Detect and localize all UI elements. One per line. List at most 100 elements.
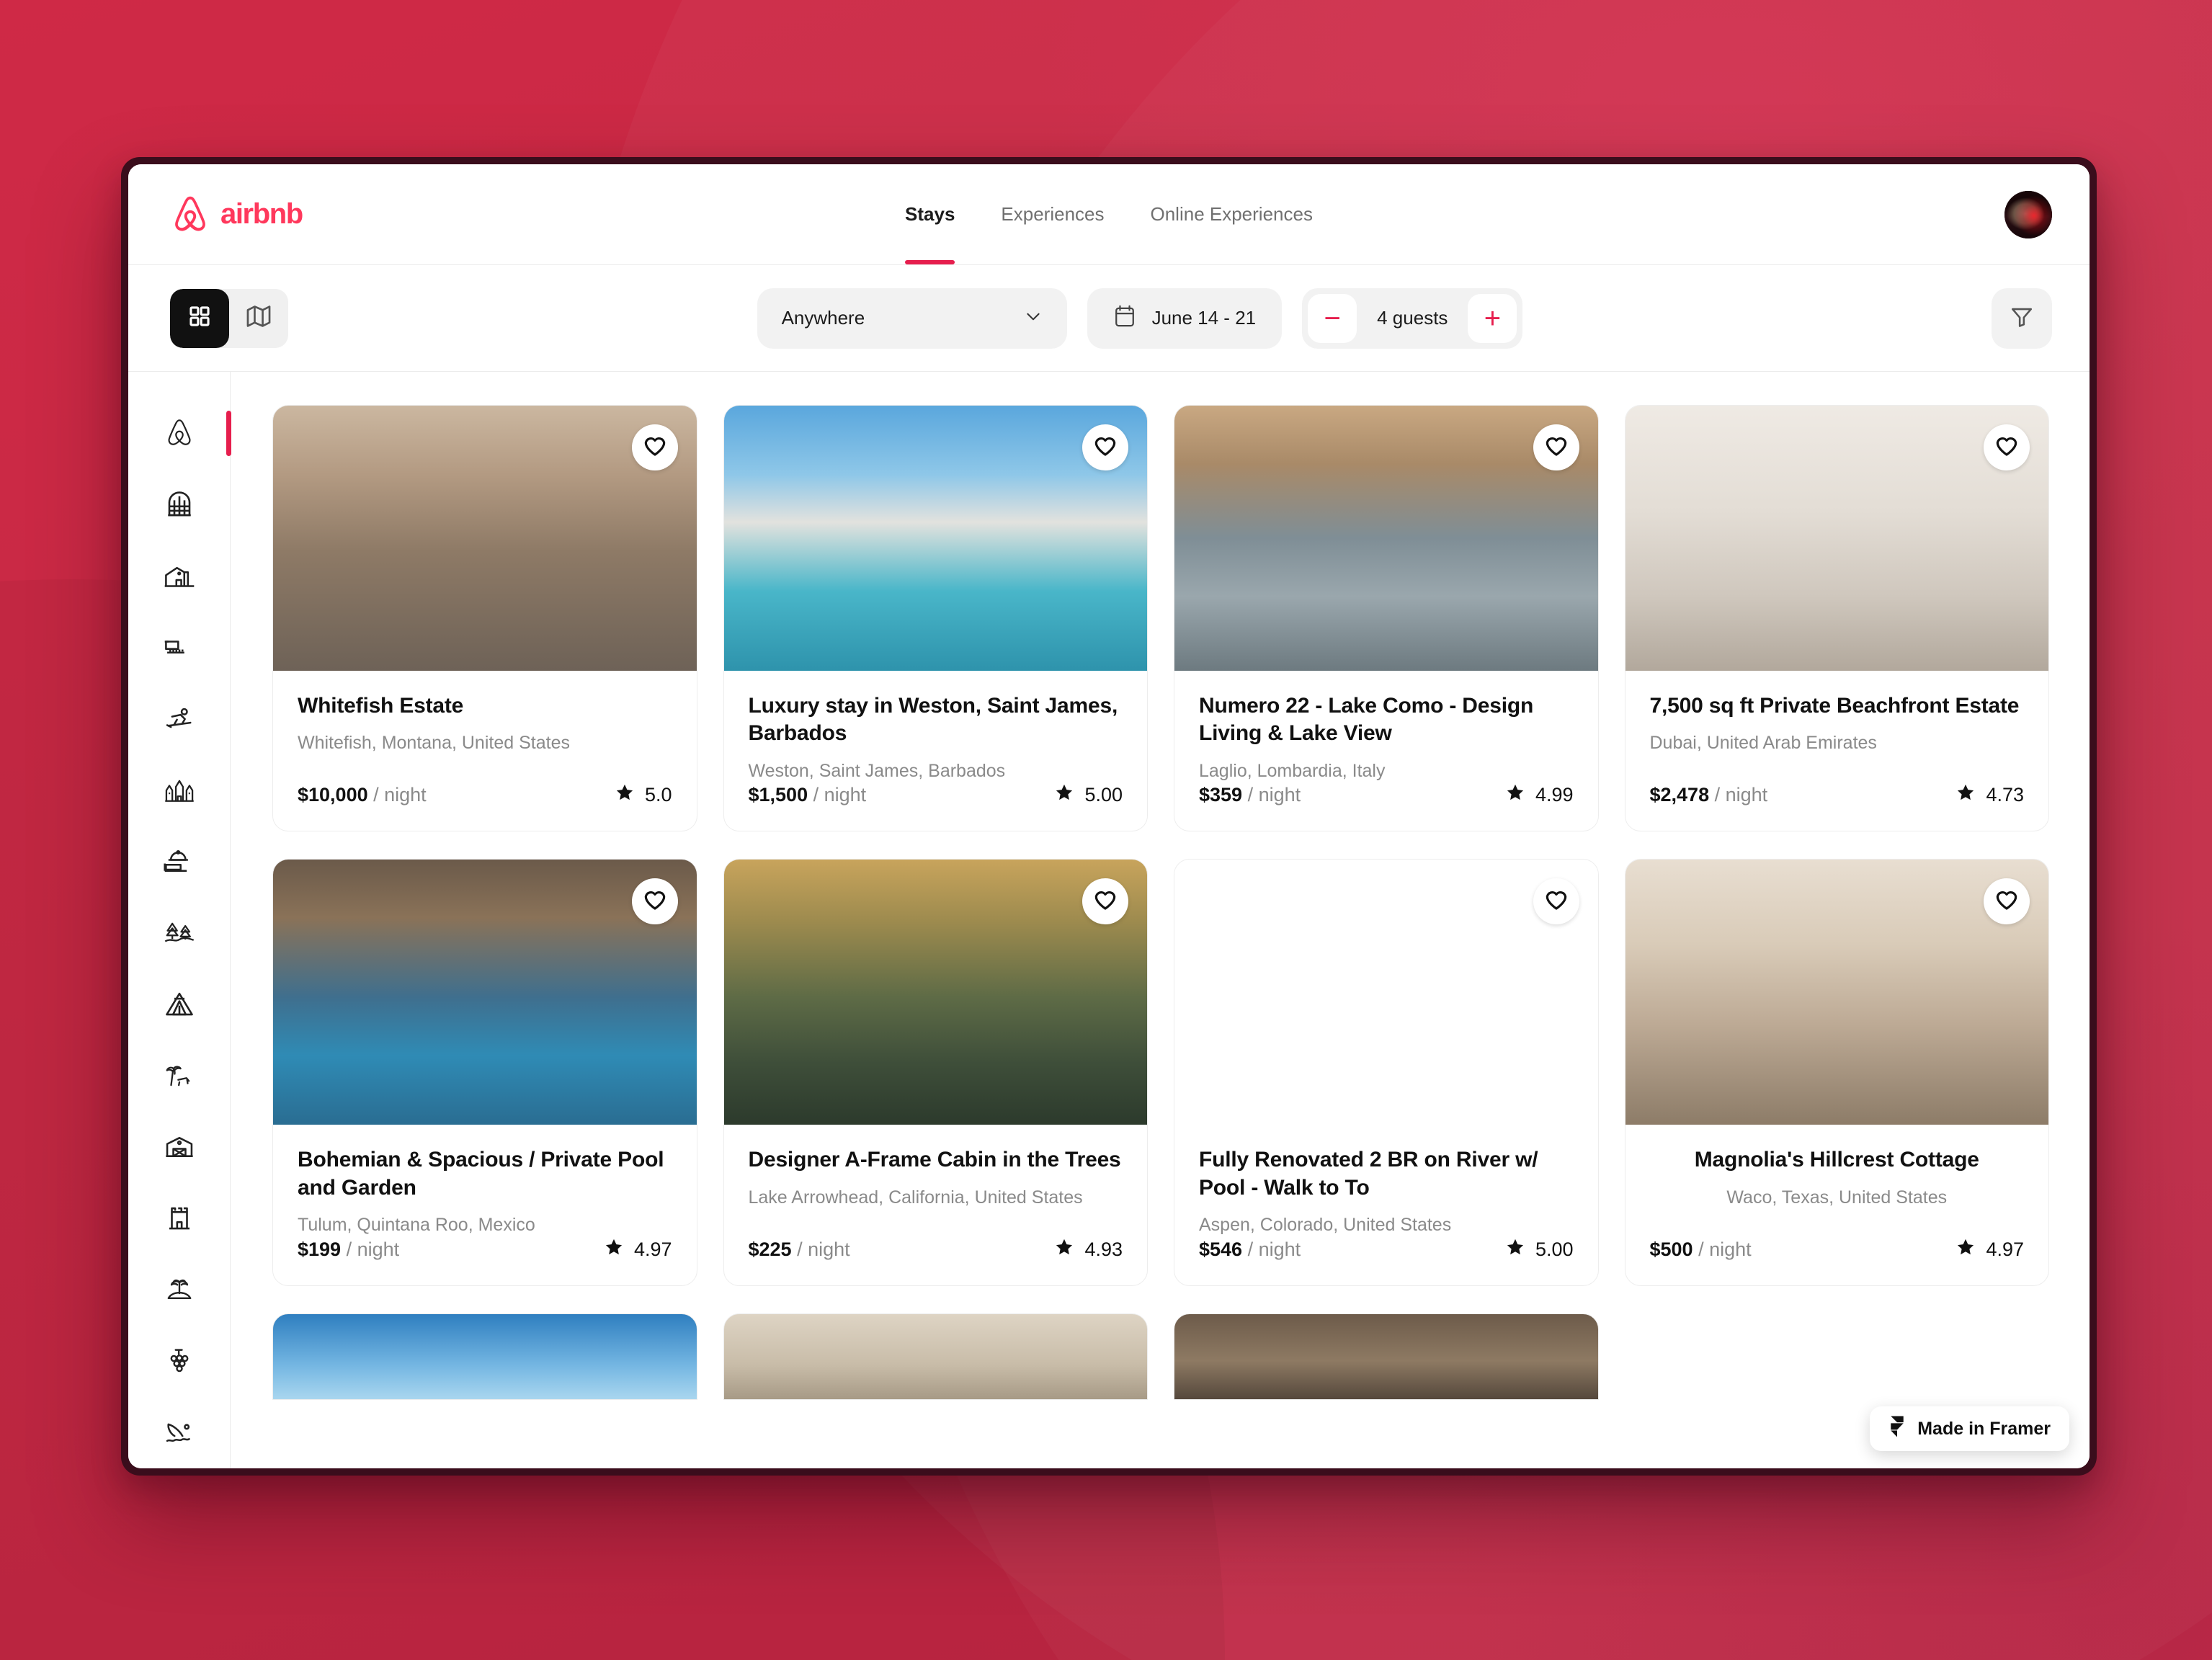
favorite-button[interactable] [1082, 878, 1128, 925]
tent-icon [164, 990, 195, 1019]
sidebar-item-skiing[interactable] [128, 683, 231, 754]
rating-value: 4.97 [1986, 1238, 2024, 1260]
guest-increment-button[interactable]: + [1468, 293, 1517, 343]
listing-image-placeholder [1625, 1313, 2050, 1400]
sidebar-item-modern-house[interactable] [128, 540, 231, 612]
star-icon [1505, 1237, 1525, 1262]
nav-tabs: Stays Experiences Online Experiences [882, 164, 1336, 264]
listing-results: Whitefish Estate Whitefish, Montana, Uni… [231, 372, 2090, 1468]
listing-card[interactable]: Magnolia's Hillcrest Cottage Waco, Texas… [1624, 859, 2049, 1286]
rating-value: 5.00 [1535, 1238, 1574, 1260]
map-view-button[interactable] [229, 289, 288, 348]
map-view-icon [245, 303, 272, 334]
main-content: Whitefish Estate Whitefish, Montana, Uni… [128, 372, 2090, 1468]
listing-location: Weston, Saint James, Barbados [748, 760, 1006, 781]
listing-image [1174, 406, 1598, 671]
sidebar-item-barns[interactable] [128, 1112, 231, 1183]
heart-icon [1995, 435, 2018, 460]
heart-icon [1545, 435, 1568, 460]
listing-price: $359 / night [1199, 784, 1301, 806]
tab-experiences[interactable]: Experiences [978, 164, 1127, 264]
location-value: Anywhere [781, 307, 865, 329]
brand-wordmark: airbnb [220, 198, 303, 230]
star-icon [1955, 1237, 1976, 1262]
grid-view-button[interactable] [170, 288, 229, 348]
sidebar-item-arched-windows[interactable] [128, 469, 231, 540]
listing-rating: 4.97 [604, 1237, 672, 1262]
star-icon [1505, 782, 1525, 808]
listing-card[interactable]: Fully Renovated 2 BR on River w/ Pool - … [1174, 859, 1599, 1286]
sidebar-item-national-parks[interactable] [128, 897, 231, 968]
sidebar-item-camping[interactable] [128, 969, 231, 1040]
favorite-button[interactable] [1533, 878, 1579, 925]
sidebar-item-surfing[interactable] [128, 1397, 231, 1468]
listing-title: Bohemian & Spacious / Private Pool and G… [298, 1148, 664, 1200]
listing-image [1625, 406, 2048, 671]
listing-title: Magnolia's Hillcrest Cottage [1694, 1148, 1979, 1172]
tab-stays[interactable]: Stays [882, 164, 978, 264]
design-bed-icon [164, 635, 195, 660]
listing-image[interactable] [723, 1313, 1148, 1400]
sidebar-item-beach[interactable] [128, 1040, 231, 1112]
listing-card[interactable]: Bohemian & Spacious / Private Pool and G… [272, 859, 697, 1286]
listing-title: Fully Renovated 2 BR on River w/ Pool - … [1199, 1148, 1538, 1200]
made-in-framer-badge[interactable]: Made in Framer [1870, 1406, 2069, 1451]
sidebar-item-castles[interactable] [128, 754, 231, 826]
favorite-button[interactable] [1533, 424, 1579, 470]
listing-card[interactable]: Whitefish Estate Whitefish, Montana, Uni… [272, 405, 697, 832]
app-viewport: airbnb Stays Experiences Online Experien… [128, 164, 2090, 1468]
barn-icon [164, 1133, 195, 1161]
listing-price: $1,500 / night [748, 784, 867, 806]
date-range-picker[interactable]: June 14 - 21 [1087, 287, 1283, 349]
listing-card[interactable]: Numero 22 - Lake Como - Design Living & … [1174, 405, 1599, 832]
favorite-button[interactable] [631, 878, 678, 925]
airbnb-brand[interactable]: airbnb [170, 194, 303, 236]
sidebar-item-design[interactable] [128, 612, 231, 683]
location-select[interactable]: Anywhere [757, 287, 1067, 349]
listing-title: Numero 22 - Lake Como - Design Living & … [1199, 694, 1534, 746]
sidebar-item-vineyards[interactable] [128, 1326, 231, 1397]
heart-icon [643, 889, 666, 914]
listing-location: Aspen, Colorado, United States [1199, 1215, 1452, 1236]
listing-image [273, 860, 697, 1125]
listing-location: Laglio, Lombardia, Italy [1199, 760, 1386, 781]
star-icon [1955, 782, 1976, 808]
listing-price: $199 / night [298, 1238, 400, 1260]
listing-card[interactable]: Luxury stay in Weston, Saint James, Barb… [723, 405, 1148, 832]
airbnb-omg-icon [164, 417, 195, 450]
island-palm-icon [164, 1275, 195, 1304]
sidebar-item-islands[interactable] [128, 1254, 231, 1326]
favorite-button[interactable] [631, 424, 678, 470]
listing-rating: 4.97 [1955, 1237, 2024, 1262]
listing-image[interactable] [1174, 1313, 1599, 1400]
browser-window: airbnb Stays Experiences Online Experien… [121, 157, 2097, 1476]
favorite-button[interactable] [1082, 424, 1128, 470]
favorite-button[interactable] [1984, 878, 2030, 925]
rating-value: 4.97 [633, 1238, 672, 1260]
listing-location: Lake Arrowhead, California, United State… [748, 1187, 1083, 1208]
tab-online-experiences[interactable]: Online Experiences [1128, 164, 1336, 264]
tower-icon [164, 1204, 195, 1233]
listing-location: Whitefish, Montana, United States [298, 733, 570, 754]
listing-card[interactable]: 7,500 sq ft Private Beachfront Estate Du… [1624, 405, 2049, 832]
avatar[interactable] [2004, 190, 2052, 238]
filter-button[interactable] [1991, 287, 2052, 349]
arched-window-icon [164, 490, 195, 520]
rating-value: 4.73 [1986, 784, 2024, 806]
star-icon [604, 1237, 624, 1262]
favorite-button[interactable] [1984, 424, 2030, 470]
listing-location: Dubai, United Arab Emirates [1649, 733, 1877, 754]
listing-price: $546 / night [1199, 1238, 1301, 1260]
framer-logo-icon [1888, 1415, 1906, 1443]
guest-decrement-button[interactable]: − [1308, 293, 1357, 343]
listing-image[interactable] [272, 1313, 697, 1400]
sidebar-item-towers[interactable] [128, 1183, 231, 1254]
listing-rating: 4.73 [1955, 782, 2024, 808]
listing-title: Luxury stay in Weston, Saint James, Barb… [748, 694, 1118, 746]
listing-grid-next-row [272, 1313, 2049, 1400]
sidebar-item-omg[interactable] [128, 398, 231, 469]
sidebar-item-bed-and-breakfast[interactable] [128, 826, 231, 897]
listing-card[interactable]: Designer A-Frame Cabin in the Trees Lake… [723, 859, 1148, 1286]
grapes-icon [165, 1346, 194, 1376]
search-filter-bar: Anywhere June 14 - 21 − 4 guests + [128, 265, 2090, 372]
